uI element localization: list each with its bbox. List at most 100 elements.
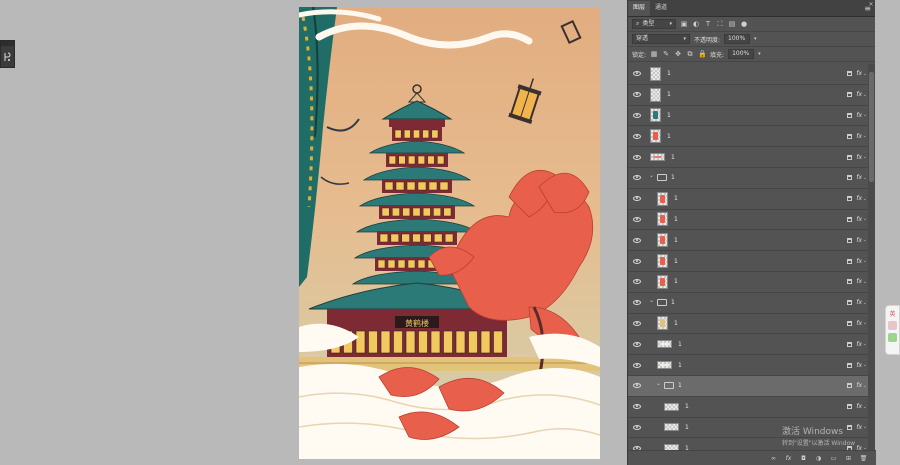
tab-channels[interactable]: 通道: [650, 1, 672, 16]
adjustment-icon[interactable]: ◑: [814, 455, 823, 462]
layer-row[interactable]: 1 fx ⌄: [628, 147, 868, 168]
image-filter-icon[interactable]: ▣: [680, 20, 688, 28]
chevron-down-icon[interactable]: ⌄: [863, 92, 867, 98]
layer-row[interactable]: 1 fx ⌄: [628, 396, 868, 418]
layer-row[interactable]: 1 fx ⌄: [628, 334, 868, 356]
layer-row[interactable]: 1 fx ⌄: [628, 313, 868, 335]
fx-icon[interactable]: fx: [856, 424, 862, 431]
fx-icon[interactable]: fx: [856, 237, 862, 244]
chevron-down-icon[interactable]: ⌄: [863, 154, 867, 160]
fx-icon[interactable]: fx: [856, 362, 862, 369]
lock-transparent-icon[interactable]: ▦: [650, 50, 658, 58]
layer-row[interactable]: 1 fx ⌄: [628, 251, 868, 272]
lock-paint-icon[interactable]: ✎: [662, 50, 670, 58]
chevron-down-icon[interactable]: ⌄: [863, 300, 867, 306]
fx-icon[interactable]: fx: [856, 258, 862, 265]
layer-row[interactable]: 1 fx ⌄: [628, 105, 868, 127]
eye-icon[interactable]: [633, 320, 641, 326]
fx-icon[interactable]: fx: [856, 112, 862, 119]
chevron-down-icon[interactable]: ⌄: [863, 279, 867, 285]
tool-history-icon[interactable]: [1, 48, 14, 66]
opacity-input[interactable]: 100%: [724, 34, 751, 44]
blend-mode-select[interactable]: 穿透 ▾: [632, 34, 690, 44]
layer-group-row[interactable]: ⌄ 1 fx ⌄: [628, 375, 868, 397]
chevron-down-icon[interactable]: ⌄: [649, 297, 654, 304]
layer-row[interactable]: 1 fx ⌄: [628, 126, 868, 148]
chevron-down-icon[interactable]: ⌄: [656, 380, 661, 387]
eye-icon[interactable]: [633, 133, 641, 139]
chevron-down-icon[interactable]: ⌄: [863, 362, 867, 368]
eye-icon[interactable]: [633, 424, 641, 430]
adjustment-filter-icon[interactable]: ◐: [692, 20, 700, 28]
eye-icon[interactable]: [633, 92, 641, 98]
fx-icon[interactable]: fx: [856, 70, 862, 77]
chevron-down-icon[interactable]: ⌄: [649, 172, 654, 179]
lock-all-icon[interactable]: 🔒: [698, 50, 707, 58]
fx-icon[interactable]: fx: [856, 403, 862, 410]
layer-row[interactable]: 1 fx ⌄: [628, 209, 868, 231]
chevron-down-icon[interactable]: ⌄: [863, 216, 867, 222]
chevron-down-icon[interactable]: ▾: [754, 36, 757, 42]
new-layer-icon[interactable]: ⊞: [844, 455, 853, 462]
tab-layers[interactable]: 图层: [628, 1, 651, 16]
eye-icon[interactable]: [633, 341, 641, 347]
mask-icon[interactable]: ◘: [799, 455, 808, 462]
filter-toggle-icon[interactable]: ●: [740, 20, 748, 28]
eye-icon[interactable]: [633, 112, 641, 118]
shape-filter-icon[interactable]: ⛶: [716, 20, 724, 28]
chevron-down-icon[interactable]: ⌄: [863, 175, 867, 181]
trash-icon[interactable]: 🗑: [859, 455, 868, 462]
layer-group-row[interactable]: ⌄ 1 fx ⌄: [628, 292, 868, 314]
fx-icon[interactable]: fx: [856, 341, 862, 348]
eye-icon[interactable]: [633, 258, 641, 264]
layer-row[interactable]: 1 fx ⌄: [628, 84, 868, 106]
fx-icon[interactable]: fx: [856, 174, 862, 181]
panel-grip[interactable]: [1, 41, 14, 46]
chevron-down-icon[interactable]: ⌄: [863, 320, 867, 326]
eye-icon[interactable]: [633, 237, 641, 243]
fx-icon[interactable]: fx: [856, 216, 862, 223]
eye-icon[interactable]: [633, 154, 641, 160]
chevron-down-icon[interactable]: ⌄: [863, 196, 867, 202]
scrollbar-thumb[interactable]: [869, 72, 874, 182]
layer-row[interactable]: 1 fx ⌄: [628, 188, 868, 210]
layer-row[interactable]: 1 fx ⌄: [628, 271, 868, 293]
eye-icon[interactable]: [633, 362, 641, 368]
eye-icon[interactable]: [633, 175, 641, 181]
eye-icon[interactable]: [633, 71, 641, 77]
link-icon[interactable]: ∞: [769, 455, 778, 462]
type-filter-icon[interactable]: T: [704, 20, 712, 28]
fx-icon[interactable]: fx: [856, 382, 862, 389]
eye-icon[interactable]: [633, 196, 641, 202]
smart-object-filter-icon[interactable]: ▤: [728, 20, 736, 28]
layer-row[interactable]: 1 fx ⌄: [628, 230, 868, 252]
chevron-down-icon[interactable]: ⌄: [863, 341, 867, 347]
fx-icon[interactable]: fx: [856, 133, 862, 140]
chevron-down-icon[interactable]: ⌄: [863, 404, 867, 410]
fx-icon[interactable]: fx: [856, 91, 862, 98]
chevron-down-icon[interactable]: ⌄: [863, 258, 867, 264]
fx-icon[interactable]: fx: [856, 195, 862, 202]
fx-icon[interactable]: fx: [856, 320, 862, 327]
eye-icon[interactable]: [633, 216, 641, 222]
layer-row[interactable]: 1 fx ⌄: [628, 355, 868, 376]
canvas-artwork[interactable]: 黄鹤楼: [299, 7, 600, 459]
lock-artboard-icon[interactable]: ⧉: [686, 50, 694, 58]
fx-icon[interactable]: fx: [856, 299, 862, 306]
fill-input[interactable]: 100%: [728, 49, 755, 59]
chevron-down-icon[interactable]: ⌄: [863, 71, 867, 77]
chevron-down-icon[interactable]: ⌄: [863, 237, 867, 243]
close-icon[interactable]: ✕: [867, 1, 875, 9]
layer-list-scrollbar[interactable]: [868, 64, 875, 450]
chevron-down-icon[interactable]: ▾: [758, 51, 761, 57]
eye-icon[interactable]: [633, 383, 641, 389]
layer-group-row[interactable]: ⌄ 1 fx ⌄: [628, 167, 868, 189]
filter-kind-select[interactable]: ⌕ 类型 ▾: [632, 19, 676, 29]
eye-icon[interactable]: [633, 404, 641, 410]
eye-icon[interactable]: [633, 279, 641, 285]
fx-icon[interactable]: fx: [856, 154, 862, 161]
folder-icon[interactable]: ▭: [829, 455, 838, 462]
fx-icon[interactable]: fx: [784, 455, 793, 462]
eye-icon[interactable]: [633, 300, 641, 306]
chevron-down-icon[interactable]: ⌄: [863, 133, 867, 139]
